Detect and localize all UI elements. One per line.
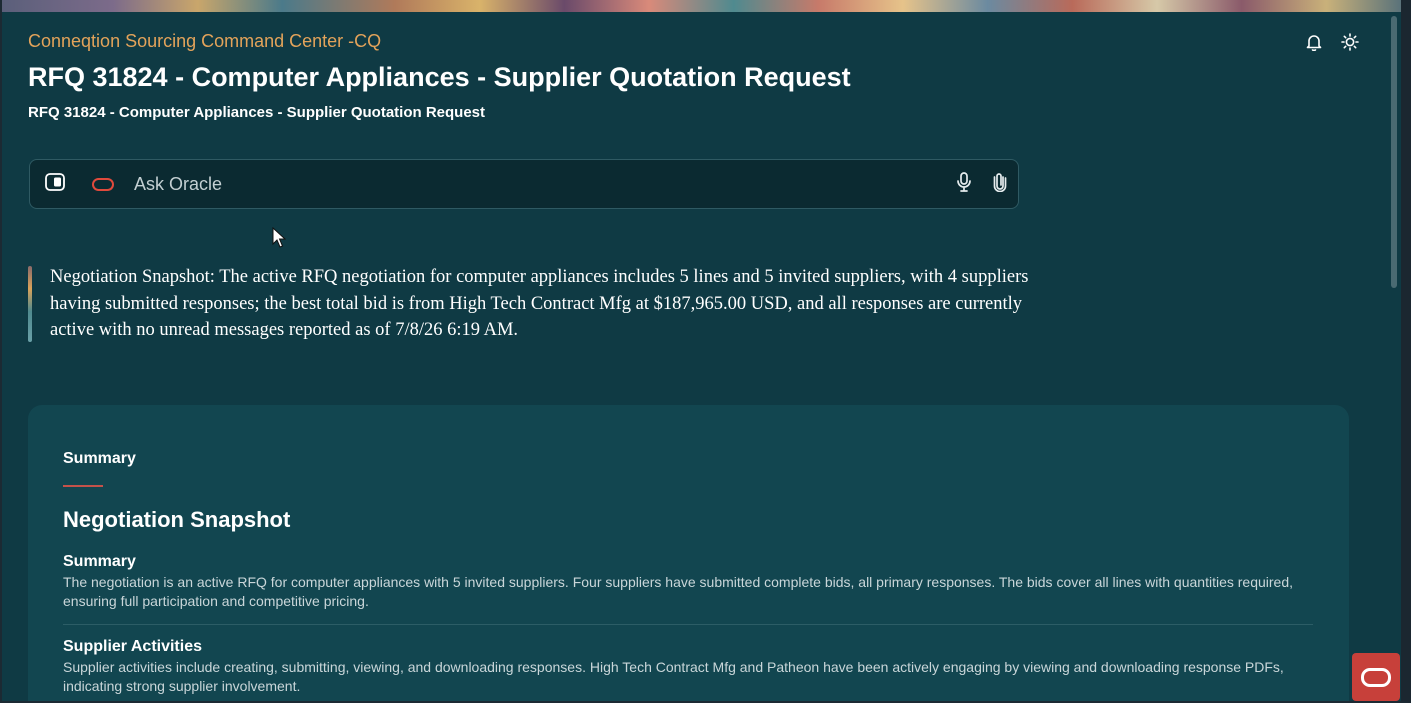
tab-active-indicator	[63, 485, 103, 487]
summary-card: Summary Negotiation Snapshot Summary The…	[28, 405, 1349, 703]
snapshot-text: Negotiation Snapshot: The active RFQ neg…	[50, 267, 1029, 340]
page-title: RFQ 31824 - Computer Appliances - Suppli…	[28, 62, 851, 92]
oracle-assistant-button[interactable]	[1352, 653, 1400, 701]
microphone-icon[interactable]	[956, 171, 972, 197]
tab-summary[interactable]: Summary	[63, 450, 136, 468]
sun-icon[interactable]	[1341, 32, 1359, 52]
ask-bar-actions	[956, 171, 1008, 197]
vertical-scrollbar[interactable]	[1391, 16, 1397, 288]
page-subtitle: RFQ 31824 - Computer Appliances - Suppli…	[28, 104, 486, 121]
ask-oracle-bar	[29, 159, 1019, 209]
mouse-cursor-icon	[272, 226, 287, 249]
card-heading: Negotiation Snapshot	[63, 507, 291, 532]
bell-icon[interactable]	[1305, 32, 1323, 52]
callout-accent-bar	[28, 266, 32, 342]
section-body: Supplier activities include creating, su…	[63, 659, 1284, 694]
decorative-banner	[0, 0, 1411, 12]
section-title: Supplier Activities	[63, 638, 202, 655]
oracle-logo-icon	[92, 177, 114, 191]
paperclip-icon[interactable]	[992, 172, 1008, 197]
app-window: Conneqtion Sourcing Command Center -CQ R…	[0, 0, 1411, 703]
section-title: Summary	[63, 553, 136, 570]
section-divider	[63, 624, 1313, 625]
summary-section: Summary The negotiation is an active RFQ…	[63, 553, 1313, 611]
supplier-activities-section: Supplier Activities Supplier activities …	[63, 638, 1313, 696]
section-body: The negotiation is an active RFQ for com…	[63, 574, 1294, 609]
app-name: Conneqtion Sourcing Command Center -CQ	[28, 31, 382, 51]
negotiation-snapshot-callout: Negotiation Snapshot: The active RFQ neg…	[28, 264, 1048, 344]
ask-oracle-input[interactable]	[132, 163, 956, 205]
oracle-logo-icon	[1361, 667, 1391, 687]
panel-toggle-icon[interactable]	[45, 172, 65, 196]
header-actions	[1305, 32, 1359, 52]
